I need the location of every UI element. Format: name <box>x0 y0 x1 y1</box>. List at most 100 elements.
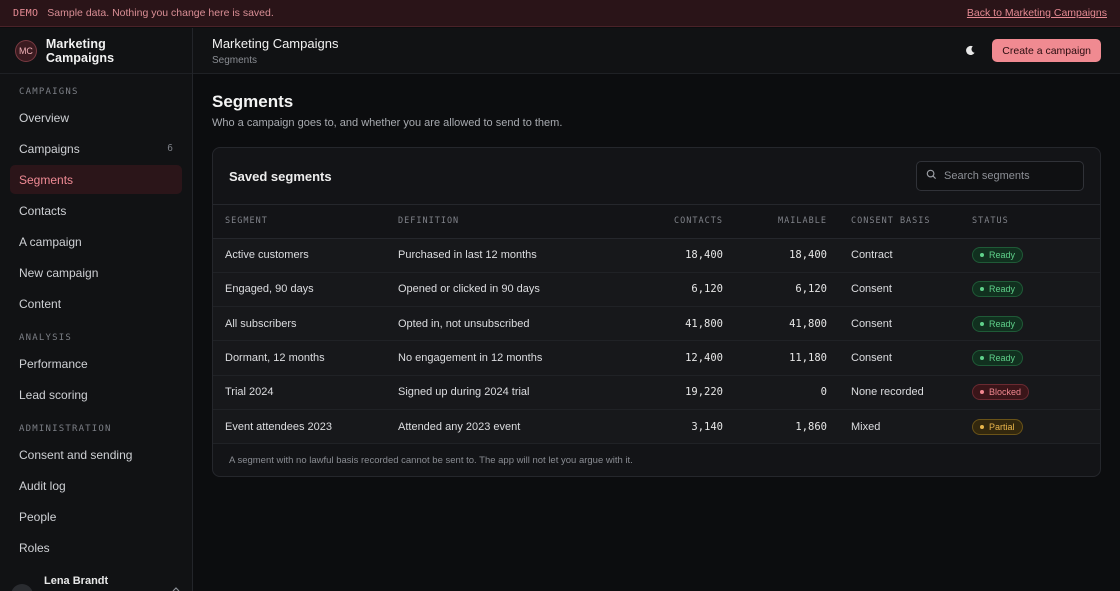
status-label: Ready <box>989 318 1016 329</box>
status-cell: Partial <box>972 409 1100 445</box>
status-label: Ready <box>989 250 1016 261</box>
table-row[interactable]: Active customers Purchased in last 12 mon… <box>213 238 1100 273</box>
app-logo[interactable]: MC <box>15 39 37 62</box>
col-consent-basis[interactable]: CONSENT BASIS <box>827 205 972 239</box>
status-dot-icon <box>980 321 984 326</box>
back-link[interactable]: Back to Marketing Campaigns <box>967 7 1107 19</box>
segment-definition: Opened or clicked in 90 days <box>398 272 608 308</box>
table-row[interactable]: Dormant, 12 months No engagement in 12 mo… <box>213 340 1100 376</box>
user-menu[interactable]: LB Lena Brandt <box>0 571 192 591</box>
segment-name: All subscribers <box>213 306 398 342</box>
demo-banner: DEMO Sample data. Nothing you change her… <box>0 0 1120 27</box>
sidebar-item-label: Performance <box>19 356 88 371</box>
sidebar-item-label: Consent and sending <box>19 447 133 462</box>
nav-heading: CAMPAIGNS <box>19 87 79 97</box>
col-segment[interactable]: SEGMENT <box>213 205 398 239</box>
segment-definition: Attended any 2023 event <box>398 409 608 445</box>
consent-basis: Consent <box>827 272 972 308</box>
mailable-count: 1,860 <box>723 409 827 445</box>
contacts-count: 3,140 <box>608 409 723 445</box>
mailable-count: 18,400 <box>723 238 827 273</box>
sidebar-item-audit-log[interactable]: Audit log <box>10 471 182 500</box>
demo-message: Sample data. Nothing you change here is … <box>47 7 274 19</box>
sidebar-item-label: Overview <box>19 110 70 125</box>
card-title: Saved segments <box>229 168 332 184</box>
consent-basis: Contract <box>827 238 972 273</box>
table-row[interactable]: Event attendees 2023 Attended any 2023 ev… <box>213 409 1100 445</box>
sidebar: MC Marketing Campaigns CAMPAIGNS Overview… <box>0 28 193 591</box>
status-dot-icon <box>980 356 984 361</box>
sidebar-item-campaigns[interactable]: Campaigns 6 <box>10 134 182 163</box>
sidebar-item-label: New campaign <box>19 265 99 280</box>
moon-icon[interactable] <box>959 40 981 62</box>
sidebar-item-count: 6 <box>167 143 173 154</box>
sidebar-item-label: Segments <box>19 172 74 187</box>
sidebar-item-label: Audit log <box>19 478 66 493</box>
sidebar-item-contacts[interactable]: Contacts <box>10 196 182 225</box>
contacts-count: 18,400 <box>608 238 723 273</box>
table-row[interactable]: Trial 2024 Signed up during 2024 trial 19,… <box>213 375 1100 410</box>
mailable-count: 6,120 <box>723 272 827 308</box>
sidebar-item-new-campaign[interactable]: New campaign <box>10 258 182 287</box>
segment-name: Engaged, 90 days <box>213 272 398 308</box>
segment-definition: No engagement in 12 months <box>398 340 608 376</box>
sidebar-item-content[interactable]: Content <box>10 289 182 318</box>
topbar-title: Marketing Campaigns <box>212 35 339 51</box>
table-row[interactable]: All subscribers Opted in, not unsubscribe… <box>213 306 1100 342</box>
sidebar-item-roles[interactable]: Roles <box>10 533 182 562</box>
page-subtitle: Who a campaign goes to, and whether you … <box>212 117 563 129</box>
col-status[interactable]: STATUS <box>972 205 1100 239</box>
segment-name: Dormant, 12 months <box>213 340 398 376</box>
breadcrumb: Segments <box>212 54 258 66</box>
sidebar-item-label: Roles <box>19 540 50 555</box>
avatar: LB <box>11 584 33 591</box>
saved-segments-card: Saved segments SEGMENT DEFINITION CONTAC… <box>212 147 1101 477</box>
contacts-count: 41,800 <box>608 306 723 342</box>
sidebar-item-a-campaign[interactable]: A campaign <box>10 227 182 256</box>
sidebar-item-performance[interactable]: Performance <box>10 349 182 378</box>
search-input[interactable] <box>944 170 1074 182</box>
sidebar-item-segments[interactable]: Segments <box>10 165 182 194</box>
status-label: Partial <box>989 421 1015 432</box>
sidebar-item-overview[interactable]: Overview <box>10 103 182 132</box>
status-cell: Ready <box>972 238 1100 273</box>
page-header: Segments Who a campaign goes to, and whe… <box>212 92 1101 129</box>
col-contacts[interactable]: CONTACTS <box>608 205 723 239</box>
segment-definition: Opted in, not unsubscribed <box>398 306 608 342</box>
col-definition[interactable]: DEFINITION <box>398 205 608 239</box>
sidebar-item-consent-and-sending[interactable]: Consent and sending <box>10 440 182 469</box>
status-cell: Blocked <box>972 375 1100 410</box>
demo-tag: DEMO <box>13 7 39 19</box>
topbar: Marketing Campaigns Segments Create a ca… <box>193 28 1120 74</box>
create-campaign-button[interactable]: Create a campaign <box>992 39 1101 62</box>
status-cell: Ready <box>972 340 1100 376</box>
consent-basis: Consent <box>827 340 972 376</box>
status-label: Blocked <box>989 387 1022 398</box>
status-dot-icon <box>980 424 984 429</box>
segments-table: SEGMENT DEFINITION CONTACTS MAILABLE CON… <box>213 205 1100 445</box>
status-dot-icon <box>980 253 984 258</box>
sidebar-item-people[interactable]: People <box>10 502 182 531</box>
col-mailable[interactable]: MAILABLE <box>723 205 827 239</box>
consent-basis: Consent <box>827 306 972 342</box>
chevron-updown-icon[interactable] <box>171 587 181 591</box>
consent-basis: Mixed <box>827 409 972 445</box>
status-label: Ready <box>989 353 1016 364</box>
contacts-count: 19,220 <box>608 375 723 410</box>
sidebar-item-label: People <box>19 509 57 524</box>
sidebar-item-lead-scoring[interactable]: Lead scoring <box>10 380 182 409</box>
nav-heading: ANALYSIS <box>19 333 72 343</box>
table-row[interactable]: Engaged, 90 days Opened or clicked in 90 … <box>213 272 1100 308</box>
sidebar-item-label: Campaigns <box>19 141 80 156</box>
table-header-row: SEGMENT DEFINITION CONTACTS MAILABLE CON… <box>213 205 1100 239</box>
sidebar-item-label: Lead scoring <box>19 387 88 402</box>
status-badge: Ready <box>972 281 1024 298</box>
card-footnote: A segment with no lawful basis recorded … <box>229 455 633 467</box>
nav-heading: ADMINISTRATION <box>19 424 112 434</box>
mailable-count: 11,180 <box>723 340 827 376</box>
status-badge: Partial <box>972 418 1023 435</box>
search-box[interactable] <box>916 161 1084 191</box>
status-dot-icon <box>980 287 984 292</box>
app-name[interactable]: Marketing Campaigns <box>46 37 177 65</box>
contacts-count: 6,120 <box>608 272 723 308</box>
